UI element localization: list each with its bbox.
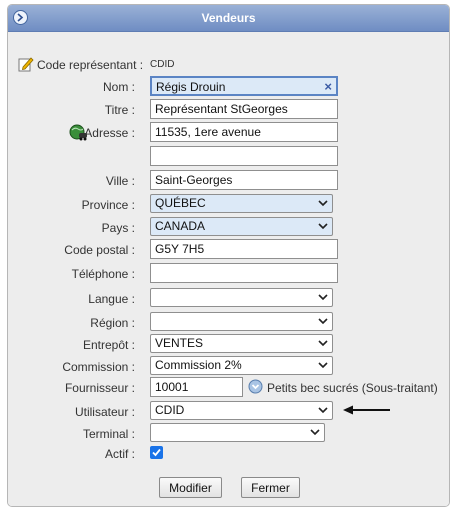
telephone-label: Téléphone :: [71, 267, 135, 281]
actif-checkbox[interactable]: [150, 446, 163, 459]
code-label: Code représentant :: [37, 58, 144, 72]
fournisseur-label: Fournisseur :: [64, 381, 135, 395]
ville-label: Ville :: [105, 174, 135, 188]
chevron-down-icon: [318, 362, 328, 369]
province-select[interactable]: QUÉBEC: [150, 194, 333, 213]
chevron-down-icon: [318, 223, 328, 230]
code-postal-label: Code postal :: [64, 243, 135, 257]
utilisateur-label: Utilisateur :: [74, 405, 135, 419]
commission-value: Commission 2%: [155, 358, 242, 372]
entrepot-label: Entrepôt :: [82, 338, 135, 352]
chevron-down-icon: [318, 200, 328, 207]
vendeurs-panel: Vendeurs Code représentant : CDID Nom : …: [7, 4, 450, 507]
adresse-input-2[interactable]: [150, 146, 338, 166]
langue-select[interactable]: [150, 288, 333, 307]
arrow-left-icon: [343, 405, 390, 415]
nom-value: Régis Drouin: [156, 80, 226, 94]
adresse-label: Adresse :: [84, 126, 135, 140]
panel-titlebar: Vendeurs: [8, 5, 449, 32]
chevron-down-icon: [318, 340, 328, 347]
fermer-button[interactable]: Fermer: [241, 477, 300, 498]
terminal-label: Terminal :: [82, 427, 135, 441]
nom-input[interactable]: Régis Drouin ×: [150, 76, 338, 96]
entrepot-select[interactable]: VENTES: [150, 334, 333, 353]
panel-title: Vendeurs: [201, 11, 256, 25]
code-postal-input[interactable]: G5Y 7H5: [150, 239, 338, 259]
langue-label: Langue :: [88, 292, 135, 306]
form-area: Code représentant : CDID Nom : Régis Dro…: [8, 32, 449, 506]
nom-label: Nom :: [102, 80, 135, 94]
province-value: QUÉBEC: [155, 196, 206, 210]
chevron-down-icon: [310, 429, 320, 436]
province-label: Province :: [81, 198, 135, 212]
chevron-down-icon: [318, 294, 328, 301]
adresse-input-1[interactable]: 11535, 1ere avenue: [150, 122, 338, 142]
region-select[interactable]: [150, 312, 333, 331]
utilisateur-select[interactable]: CDID: [150, 401, 333, 420]
modifier-button[interactable]: Modifier: [159, 477, 222, 498]
fournisseur-input[interactable]: 10001: [150, 377, 243, 397]
entrepot-value: VENTES: [155, 336, 204, 350]
code-value: CDID: [150, 59, 175, 70]
commission-label: Commission :: [62, 360, 135, 374]
ville-input[interactable]: Saint-Georges: [150, 170, 338, 190]
titre-label: Titre :: [104, 103, 135, 117]
titre-input[interactable]: Représentant StGeorges: [150, 99, 338, 119]
clear-icon[interactable]: ×: [324, 80, 332, 94]
terminal-select[interactable]: [150, 423, 325, 442]
commission-select[interactable]: Commission 2%: [150, 356, 333, 375]
telephone-input[interactable]: [150, 263, 338, 283]
pays-select[interactable]: CANADA: [150, 217, 333, 236]
region-label: Région :: [90, 316, 135, 330]
chevron-down-icon: [318, 318, 328, 325]
pays-value: CANADA: [155, 219, 206, 233]
chevron-down-icon: [318, 407, 328, 414]
actif-label: Actif :: [104, 447, 135, 461]
lookup-icon[interactable]: [248, 379, 263, 397]
utilisateur-value: CDID: [155, 403, 185, 417]
fournisseur-name: Petits bec sucrés (Sous-traitant): [267, 381, 438, 395]
pays-label: Pays :: [101, 221, 135, 235]
edit-pencil-icon[interactable]: [18, 56, 34, 75]
